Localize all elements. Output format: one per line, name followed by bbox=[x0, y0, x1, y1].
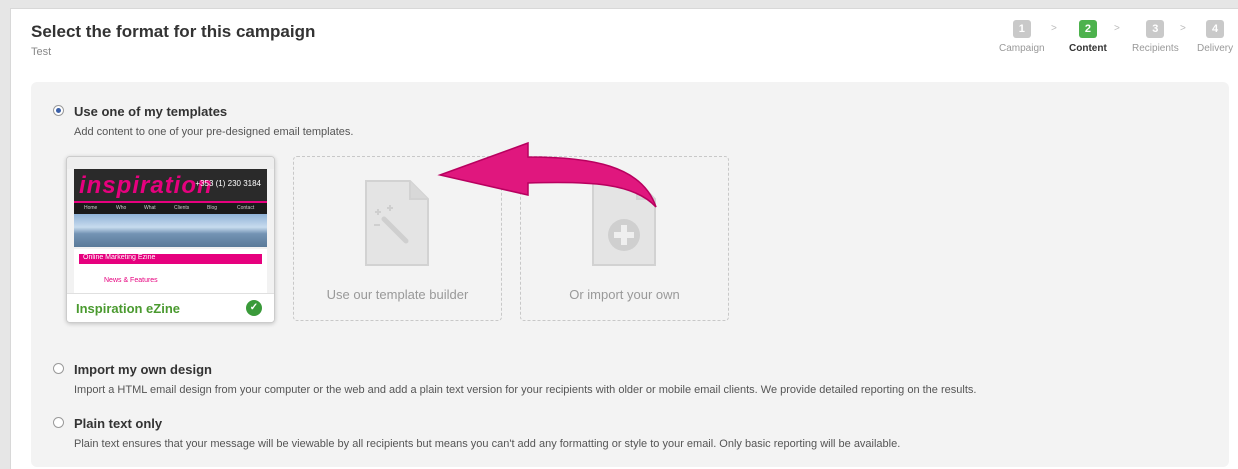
template-name: Inspiration eZine bbox=[76, 301, 181, 316]
step-separator: > bbox=[1114, 23, 1120, 34]
thumbnail-nav-item: What bbox=[144, 205, 156, 211]
step-number: 3 bbox=[1146, 20, 1165, 38]
thumbnail-nav: Home Who What Clients Blog Contact bbox=[74, 201, 267, 214]
step-number: 2 bbox=[1078, 20, 1097, 38]
thumbnail-content: Online Marketing Ezine News & Features bbox=[74, 249, 267, 293]
step-delivery[interactable]: 4 Delivery bbox=[1197, 19, 1233, 54]
step-label: Content bbox=[1069, 43, 1107, 54]
thumbnail-nav-item: Who bbox=[116, 205, 127, 211]
step-content[interactable]: 2 Content bbox=[1069, 19, 1107, 54]
thumbnail-banner: Online Marketing Ezine bbox=[79, 254, 262, 264]
step-label: Campaign bbox=[999, 43, 1045, 54]
step-campaign[interactable]: 1 Campaign bbox=[999, 19, 1045, 54]
step-number: 4 bbox=[1206, 20, 1225, 38]
step-label: Delivery bbox=[1197, 43, 1234, 54]
option-description: Plain text ensures that your message wil… bbox=[74, 438, 901, 450]
step-number: 1 bbox=[1012, 20, 1031, 38]
thumbnail-phone: +353 (1) 230 3184 bbox=[195, 179, 261, 188]
option-description: Import a HTML email design from your com… bbox=[74, 384, 977, 396]
selected-check-icon: ✓ bbox=[246, 300, 262, 316]
template-card-inspiration[interactable]: inspiration +353 (1) 230 3184 Home Who W… bbox=[66, 156, 275, 323]
import-template-label: Or import your own bbox=[569, 287, 680, 302]
wizard-steps: 1 Campaign > 2 Content > 3 Recipients > … bbox=[979, 19, 1238, 69]
thumbnail-nav-item: Clients bbox=[174, 205, 190, 211]
pointer-arrow-icon bbox=[437, 141, 657, 208]
thumbnail-logo: inspiration bbox=[79, 172, 213, 199]
import-design-radio[interactable] bbox=[53, 363, 64, 374]
step-separator: > bbox=[1180, 23, 1186, 34]
thumbnail-header: inspiration +353 (1) 230 3184 bbox=[74, 169, 267, 201]
campaign-name: Test bbox=[31, 46, 52, 58]
thumbnail-nav-item: Blog bbox=[207, 205, 218, 211]
templates-radio[interactable] bbox=[53, 105, 64, 116]
page-title: Select the format for this campaign bbox=[31, 22, 316, 41]
thumbnail-nav-item: Contact bbox=[237, 205, 255, 211]
option-description: Add content to one of your pre-designed … bbox=[74, 126, 354, 138]
thumbnail-nav-item: Home bbox=[84, 205, 98, 211]
template-builder-label: Use our template builder bbox=[326, 287, 469, 302]
thumbnail-news: News & Features bbox=[104, 277, 158, 284]
template-card-footer: Inspiration eZine ✓ bbox=[67, 293, 274, 322]
thumbnail-topbar bbox=[67, 157, 274, 169]
template-thumbnail: inspiration +353 (1) 230 3184 Home Who W… bbox=[67, 157, 274, 293]
option-title[interactable]: Plain text only bbox=[74, 416, 162, 431]
thumbnail-photo bbox=[74, 214, 267, 247]
step-separator: > bbox=[1051, 23, 1057, 34]
option-title[interactable]: Import my own design bbox=[74, 362, 212, 377]
option-title[interactable]: Use one of my templates bbox=[74, 104, 227, 119]
campaign-format-page: Select the format for this campaign Test… bbox=[10, 8, 1238, 469]
plain-text-radio[interactable] bbox=[53, 417, 64, 428]
step-recipients[interactable]: 3 Recipients bbox=[1132, 19, 1179, 54]
step-label: Recipients bbox=[1132, 43, 1179, 54]
